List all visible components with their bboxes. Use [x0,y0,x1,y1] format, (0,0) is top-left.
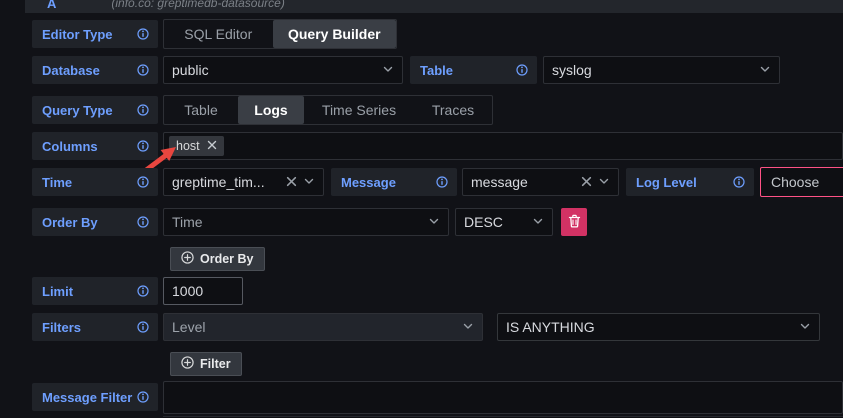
info-icon[interactable] [137,140,149,152]
info-icon[interactable] [137,176,149,188]
query-type-label: Query Type [42,103,113,118]
time-label: Time [42,175,72,190]
order-by-direction-value: DESC [464,214,503,230]
chevron-down-icon [382,62,394,78]
columns-multiselect[interactable]: host [163,132,843,160]
datasource-name: (info.co: greptimedb-datasource) [111,0,284,10]
filter-field-select[interactable]: Level [163,313,483,341]
remove-order-by-button[interactable] [561,208,587,236]
filters-label: Filters [42,320,81,335]
query-type-label-box: Query Type [32,96,158,124]
clear-icon[interactable] [581,174,592,190]
query-type-option-traces[interactable]: Traces [414,96,492,124]
message-filter-label: Message Filter [42,390,132,405]
filters-label-box: Filters [32,313,158,341]
filter-condition-select[interactable]: IS ANYTHING [497,313,820,341]
database-label: Database [42,63,100,78]
columns-label: Columns [42,139,98,154]
info-icon[interactable] [137,216,149,228]
columns-label-box: Columns [32,132,158,160]
filter-condition-value: IS ANYTHING [506,319,595,335]
column-tag-host: host [169,136,224,156]
limit-label: Limit [42,284,73,299]
order-by-field-select[interactable]: Time [163,208,449,236]
info-icon[interactable] [516,64,528,76]
chevron-down-icon [428,214,440,230]
database-select[interactable]: public [163,56,403,84]
chevron-down-icon [598,174,610,190]
order-by-label-box: Order By [32,208,158,236]
order-by-field-value: Time [172,214,203,230]
message-column-select[interactable]: message [462,168,619,196]
message-filter-label-box: Message Filter [32,383,158,411]
log-level-select[interactable]: Choose [760,167,843,197]
query-type-option-time-series[interactable]: Time Series [304,96,414,124]
order-by-label: Order By [42,215,98,230]
editor-type-label-box: Editor Type [32,20,158,48]
trash-icon [568,214,581,231]
clear-icon[interactable] [286,174,297,190]
log-level-placeholder: Choose [771,174,819,190]
remove-tag-icon[interactable] [207,139,217,153]
database-value: public [172,62,209,78]
editor-type-label: Editor Type [42,27,113,42]
log-level-label-box: Log Level [626,168,754,196]
info-icon[interactable] [137,285,149,297]
time-column-select[interactable]: greptime_tim... [163,168,324,196]
info-icon[interactable] [137,104,149,116]
time-label-box: Time [32,168,158,196]
editor-type-group: SQL Editor Query Builder [163,19,397,49]
add-filter-label: Filter [200,357,231,371]
add-filter-button[interactable]: Filter [170,352,242,376]
table-label: Table [420,63,453,78]
time-column-value: greptime_tim... [172,174,265,190]
limit-input[interactable]: 1000 [163,277,243,305]
query-editor: A (info.co: greptimedb-datasource) Edito… [0,0,843,418]
add-order-by-label: Order By [200,252,254,266]
column-tag-label: host [176,139,200,153]
editor-type-option-sql-editor[interactable]: SQL Editor [164,20,273,48]
query-row-header: A (info.co: greptimedb-datasource) [25,0,843,13]
query-type-group: Table Logs Time Series Traces [163,95,493,125]
info-icon[interactable] [137,391,149,403]
query-type-option-table[interactable]: Table [164,96,238,124]
message-label: Message [341,175,396,190]
chevron-down-icon [799,319,811,335]
plus-circle-icon [181,356,194,372]
info-icon[interactable] [436,176,448,188]
info-icon[interactable] [137,28,149,40]
filter-field-value: Level [172,319,205,335]
table-label-box: Table [410,56,537,84]
message-filter-input[interactable] [163,381,843,414]
add-order-by-button[interactable]: Order By [170,247,265,271]
message-label-box: Message [331,168,457,196]
database-label-box: Database [32,56,158,84]
chevron-down-icon [462,319,474,335]
log-level-label: Log Level [636,175,697,190]
chevron-down-icon [303,174,315,190]
info-icon[interactable] [137,64,149,76]
chevron-down-icon [759,62,771,78]
plus-circle-icon [181,251,194,267]
query-refid: A [47,0,56,11]
limit-label-box: Limit [32,277,158,305]
order-by-direction-select[interactable]: DESC [455,208,553,236]
query-type-option-logs[interactable]: Logs [238,96,304,124]
table-select[interactable]: syslog [543,56,780,84]
table-value: syslog [552,62,592,78]
message-column-value: message [471,174,528,190]
chevron-down-icon [532,214,544,230]
info-icon[interactable] [733,176,745,188]
info-icon[interactable] [137,321,149,333]
editor-type-option-query-builder[interactable]: Query Builder [273,20,396,48]
limit-value: 1000 [172,283,203,299]
